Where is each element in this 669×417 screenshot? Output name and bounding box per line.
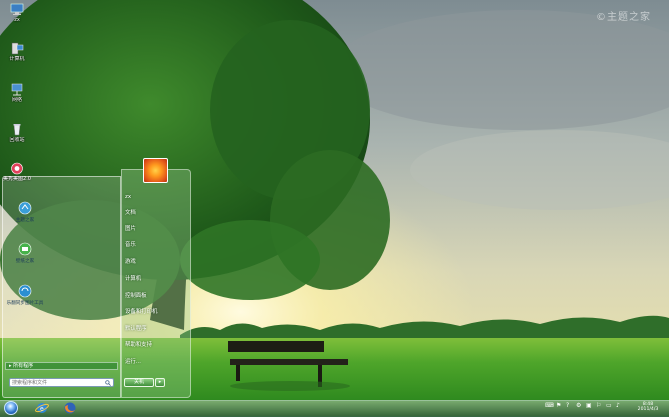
user-account-picture[interactable]: [143, 158, 168, 183]
taskbar-clock[interactable]: 8:48 2011/4/3: [633, 402, 663, 413]
clock-date: 2011/4/3: [637, 407, 659, 413]
start-pinned-label: 主题之家: [15, 218, 35, 223]
desktop-icon-label: 回收站: [9, 137, 25, 143]
desktop-icon-label: 计算机: [9, 56, 25, 62]
search-input[interactable]: [12, 379, 100, 386]
computer-icon: [11, 42, 24, 55]
start-pinned-item[interactable]: 乐翻同步图片工具: [5, 284, 45, 306]
watermark-text: ©主题之家: [596, 12, 651, 23]
all-programs-button[interactable]: ▸ 所有程序: [5, 362, 118, 370]
start-right-item-games[interactable]: 游戏: [125, 259, 136, 266]
start-pinned-label: 乐翻同步图片工具: [6, 301, 44, 306]
internet-explorer-icon: e: [35, 403, 49, 413]
keyboard-icon[interactable]: ⌨: [545, 403, 554, 409]
start-pinned-item[interactable]: 主题之家: [5, 201, 45, 223]
desktop-icon-label: 网络: [11, 97, 22, 103]
start-menu: 主题之家 壁纸之家 乐翻同步图片工具 ▸ 所有程序: [2, 169, 191, 398]
shutdown-button[interactable]: 关机: [124, 378, 154, 387]
settings-icon[interactable]: ⚙: [576, 403, 582, 409]
help-icon[interactable]: ?: [566, 403, 572, 409]
desktop-icon-computer[interactable]: 计算机: [0, 42, 34, 62]
desktop-icon-recycle-bin[interactable]: 回收站: [0, 123, 34, 143]
start-right-item-user[interactable]: zx: [125, 194, 131, 201]
network-icon: [11, 83, 23, 96]
recycle-bin-icon: [13, 124, 21, 136]
desktop-icon-label: zx: [14, 17, 20, 23]
start-pinned-item[interactable]: 壁纸之家: [5, 242, 45, 264]
start-right-item-run[interactable]: 运行...: [125, 359, 141, 366]
sync-tool-icon: [18, 284, 32, 298]
taskbar-app-firefox[interactable]: [58, 401, 82, 415]
start-button[interactable]: [4, 401, 18, 415]
svg-text:e: e: [40, 406, 44, 413]
theme-home-icon: [18, 201, 32, 215]
start-right-item-documents[interactable]: 文档: [125, 210, 136, 217]
monitor-icon: [10, 3, 24, 15]
start-right-item-devices-printers[interactable]: 设备和打印机: [125, 309, 157, 316]
start-right-item-computer[interactable]: 计算机: [125, 276, 141, 283]
volume-icon[interactable]: ♪: [616, 403, 622, 409]
network-status-icon[interactable]: ▣: [586, 403, 592, 409]
wallpaper-home-icon: [18, 242, 32, 256]
taskbar-app-ie[interactable]: e: [30, 401, 54, 415]
start-right-item-music[interactable]: 音乐: [125, 242, 136, 249]
shutdown-options-button[interactable]: ▸: [155, 378, 165, 387]
action-center-icon[interactable]: ⚐: [596, 403, 602, 409]
start-right-item-control-panel[interactable]: 控制面板: [125, 293, 147, 300]
flag-icon[interactable]: ⚑: [556, 403, 562, 409]
search-icon: [105, 380, 111, 386]
start-right-item-default-programs[interactable]: 默认程序: [125, 326, 147, 333]
firefox-icon: [64, 402, 76, 414]
start-right-item-pictures[interactable]: 图片: [125, 226, 136, 233]
start-pinned-label: 壁纸之家: [15, 259, 35, 264]
desktop-icon-user-folder[interactable]: zx: [0, 3, 34, 23]
desktop-icon-network[interactable]: 网络: [0, 83, 34, 103]
start-search-box[interactable]: [9, 378, 114, 387]
start-right-item-help-support[interactable]: 帮助和支持: [125, 342, 152, 349]
screen-icon[interactable]: ▭: [606, 403, 612, 409]
all-programs-label: 所有程序: [13, 363, 34, 369]
